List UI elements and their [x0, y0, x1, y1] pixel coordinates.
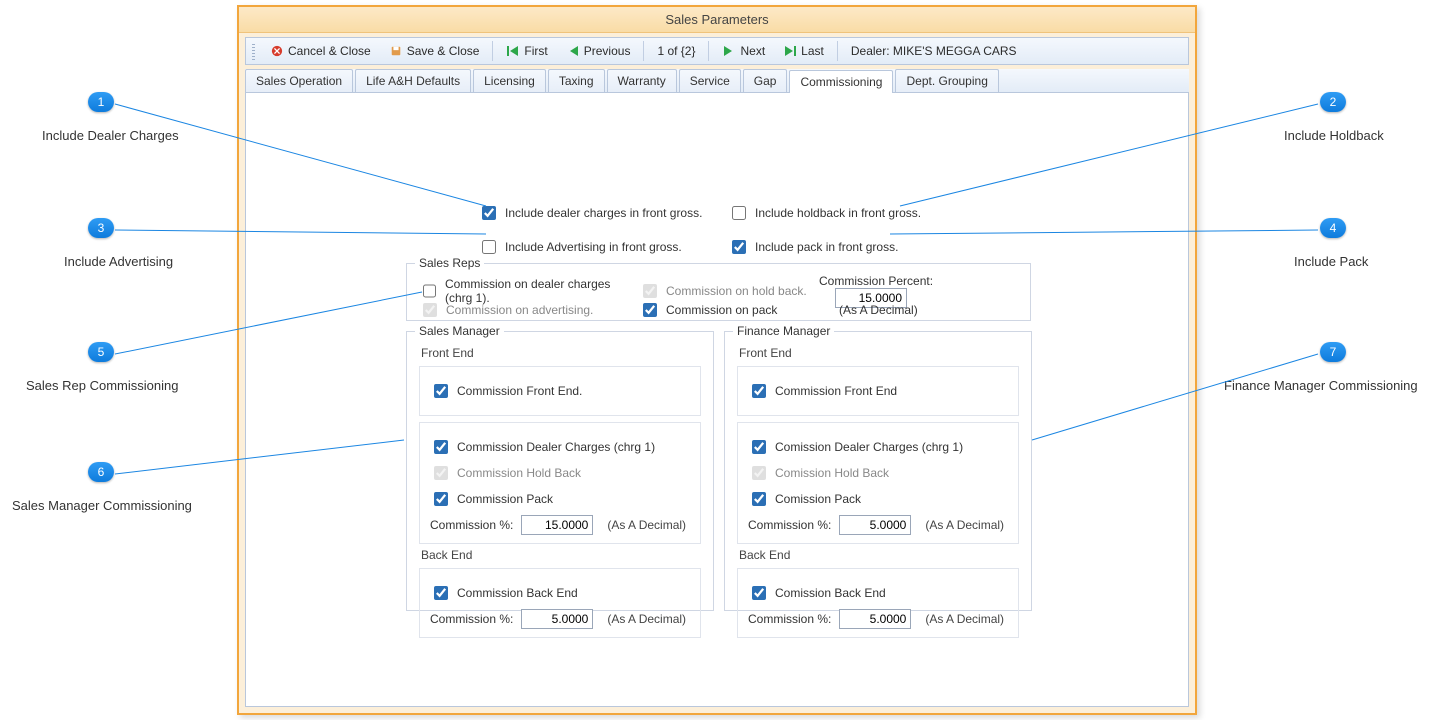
include-dealer-charges-checkbox[interactable]: Include dealer charges in front gross. — [478, 203, 728, 223]
app-window: Sales Parameters Cancel & Close Save & C… — [237, 5, 1197, 715]
sm-back-end-box: Commission Back End Commission %: (As A … — [419, 568, 701, 638]
sm-pack-checkbox[interactable]: Commission Pack — [430, 489, 690, 509]
sales-reps-group: Sales Reps Commission on dealer charges … — [406, 263, 1031, 321]
window-title: Sales Parameters — [239, 7, 1195, 33]
sr-advertising-checkbox[interactable]: Commission on advertising. — [419, 300, 639, 320]
toolbar-separator — [643, 41, 644, 61]
include-advertising-checkbox[interactable]: Include Advertising in front gross. — [478, 237, 728, 257]
fm-dealer-charges-checkbox[interactable]: Comission Dealer Charges (chrg 1) — [748, 437, 1008, 457]
callout-label-5: Sales Rep Commissioning — [26, 378, 178, 393]
first-icon — [506, 45, 520, 57]
sales-manager-group: Sales Manager Front End Commission Front… — [406, 331, 714, 611]
callout-pill-6: 6 — [88, 462, 114, 482]
page-counter: 1 of {2} — [650, 40, 702, 62]
fm-front-end-box: Commission Front End — [737, 366, 1019, 416]
callout-pill-1: 1 — [88, 92, 114, 112]
sm-back-as-decimal: (As A Decimal) — [607, 612, 686, 626]
fm-back-as-decimal: (As A Decimal) — [925, 612, 1004, 626]
save-close-button[interactable]: Save & Close — [382, 40, 487, 62]
callout-pill-2: 2 — [1320, 92, 1346, 112]
callout-label-6: Sales Manager Commissioning — [12, 498, 192, 513]
sales-reps-title: Sales Reps — [415, 256, 484, 270]
save-icon — [389, 45, 403, 57]
fm-front-pct-input[interactable] — [839, 515, 911, 535]
sm-front-as-decimal: (As A Decimal) — [607, 518, 686, 532]
toolbar-separator — [708, 41, 709, 61]
tab-gap[interactable]: Gap — [743, 69, 788, 92]
callout-label-3: Include Advertising — [64, 254, 173, 269]
tab-dept-grouping[interactable]: Dept. Grouping — [895, 69, 998, 92]
sr-commission-percent-label: Commission Percent: — [819, 274, 933, 288]
fm-front-end-checkbox[interactable]: Commission Front End — [748, 381, 1008, 401]
finance-manager-group: Finance Manager Front End Commission Fro… — [724, 331, 1032, 611]
callout-pill-7: 7 — [1320, 342, 1346, 362]
callout-pill-4: 4 — [1320, 218, 1346, 238]
toolbar-separator — [492, 41, 493, 61]
sm-holdback-checkbox[interactable]: Commission Hold Back — [430, 463, 690, 483]
callout-label-1: Include Dealer Charges — [42, 128, 179, 143]
fm-back-pct-input[interactable] — [839, 609, 911, 629]
last-button[interactable]: Last — [776, 40, 831, 62]
fm-front-pct-label: Commission %: — [748, 518, 831, 532]
fm-back-end-title: Back End — [739, 548, 1019, 562]
finance-manager-title: Finance Manager — [733, 324, 834, 338]
cancel-close-button[interactable]: Cancel & Close — [263, 40, 378, 62]
first-button[interactable]: First — [499, 40, 554, 62]
next-button[interactable]: Next — [715, 40, 772, 62]
tabstrip: Sales Operation Life A&H Defaults Licens… — [245, 69, 1189, 93]
last-icon — [783, 45, 797, 57]
tab-taxing[interactable]: Taxing — [548, 69, 605, 92]
toolbar: Cancel & Close Save & Close First Previo… — [245, 37, 1189, 65]
sm-dealer-charges-checkbox[interactable]: Commission Dealer Charges (chrg 1) — [430, 437, 690, 457]
tab-licensing[interactable]: Licensing — [473, 69, 546, 92]
sm-back-end-checkbox[interactable]: Commission Back End — [430, 583, 690, 603]
toolbar-grip — [252, 42, 255, 60]
sm-front-end-box: Commission Front End. — [419, 366, 701, 416]
sr-pack-checkbox[interactable]: Commission on pack — [639, 300, 819, 320]
fm-front-details-box: Comission Dealer Charges (chrg 1) Comiss… — [737, 422, 1019, 544]
fm-front-end-title: Front End — [739, 346, 1019, 360]
fm-back-end-checkbox[interactable]: Comission Back End — [748, 583, 1008, 603]
sm-back-pct-label: Commission %: — [430, 612, 513, 626]
sm-front-details-box: Commission Dealer Charges (chrg 1) Commi… — [419, 422, 701, 544]
sm-front-pct-label: Commission %: — [430, 518, 513, 532]
tab-page-commissioning: Include dealer charges in front gross. I… — [245, 93, 1189, 707]
previous-button[interactable]: Previous — [559, 40, 638, 62]
fm-front-as-decimal: (As A Decimal) — [925, 518, 1004, 532]
sales-manager-title: Sales Manager — [415, 324, 504, 338]
cancel-icon — [270, 45, 284, 57]
tab-life-ah-defaults[interactable]: Life A&H Defaults — [355, 69, 471, 92]
tab-service[interactable]: Service — [679, 69, 741, 92]
tab-sales-operation[interactable]: Sales Operation — [245, 69, 353, 92]
sm-front-pct-input[interactable] — [521, 515, 593, 535]
dealer-label: Dealer: MIKE'S MEGGA CARS — [844, 40, 1024, 62]
callout-label-2: Include Holdback — [1284, 128, 1384, 143]
callout-label-7: Finance Manager Commissioning — [1224, 378, 1418, 393]
previous-icon — [566, 45, 580, 57]
sm-front-end-checkbox[interactable]: Commission Front End. — [430, 381, 690, 401]
include-pack-checkbox[interactable]: Include pack in front gross. — [728, 237, 978, 257]
tab-commissioning[interactable]: Commissioning — [789, 70, 893, 93]
sm-back-pct-input[interactable] — [521, 609, 593, 629]
fm-back-end-box: Comission Back End Commission %: (As A D… — [737, 568, 1019, 638]
fm-pack-checkbox[interactable]: Comission Pack — [748, 489, 1008, 509]
sr-holdback-checkbox[interactable]: Commission on hold back. — [639, 281, 819, 301]
front-gross-options: Include dealer charges in front gross. I… — [478, 203, 1018, 257]
include-holdback-checkbox[interactable]: Include holdback in front gross. — [728, 203, 978, 223]
sm-back-end-title: Back End — [421, 548, 701, 562]
fm-back-pct-label: Commission %: — [748, 612, 831, 626]
tab-warranty[interactable]: Warranty — [607, 69, 677, 92]
sr-as-decimal-label: (As A Decimal) — [839, 303, 918, 317]
fm-holdback-checkbox[interactable]: Comission Hold Back — [748, 463, 1008, 483]
callout-label-4: Include Pack — [1294, 254, 1368, 269]
callout-pill-5: 5 — [88, 342, 114, 362]
callout-pill-3: 3 — [88, 218, 114, 238]
sm-front-end-title: Front End — [421, 346, 701, 360]
toolbar-separator — [837, 41, 838, 61]
next-icon — [722, 45, 736, 57]
